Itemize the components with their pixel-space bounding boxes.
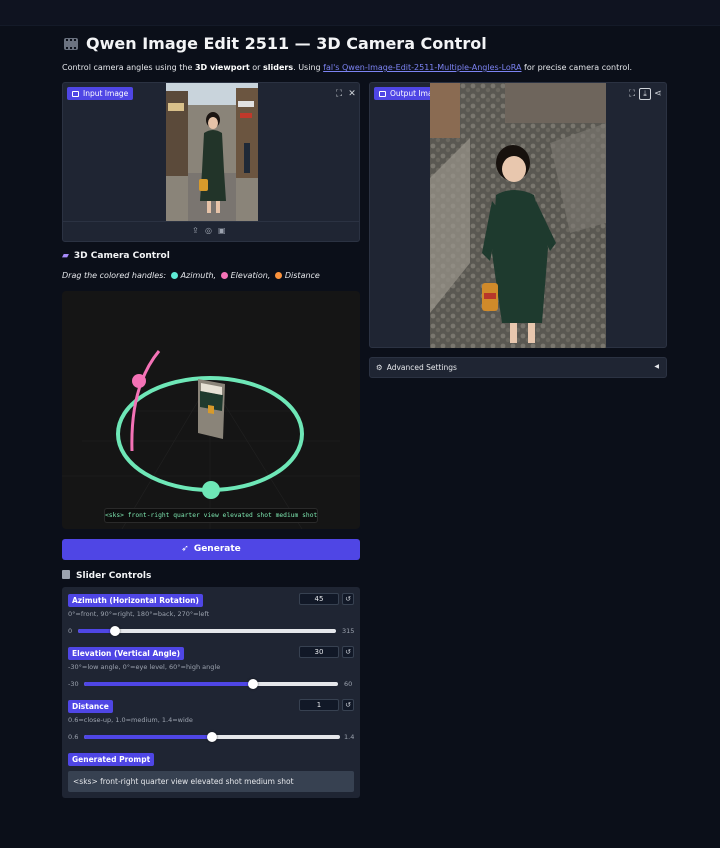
elevation-slider-thumb[interactable] (248, 679, 259, 689)
camera-control-instructions: Drag the colored handles: Azimuth, Eleva… (62, 271, 320, 280)
azimuth-min: 0 (68, 627, 73, 635)
gamepad-icon: ▰ (62, 251, 69, 261)
camera-control-title: ▰ 3D Camera Control (62, 251, 170, 261)
distance-dot-icon (274, 272, 282, 279)
elevation-slider[interactable] (84, 679, 338, 689)
close-icon[interactable]: ✕ (346, 88, 358, 100)
3d-viewport[interactable] (62, 291, 360, 529)
generated-prompt-label: Generated Prompt (68, 753, 155, 766)
caret-left-icon: ◀ (654, 363, 659, 370)
azimuth-dot-icon (170, 272, 178, 279)
slider-icon (62, 570, 70, 579)
rocket-icon: ➶ (181, 544, 189, 554)
3d-scene (62, 350, 360, 529)
lora-link[interactable]: fal's Qwen-Image-Edit-2511-Multiple-Angl… (323, 63, 521, 72)
generate-button[interactable]: ➶ Generate (62, 539, 360, 560)
gear-icon: ⚙ (376, 363, 383, 372)
advanced-settings-accordion[interactable]: ⚙ Advanced Settings ◀ (369, 357, 667, 378)
top-bar (0, 0, 720, 26)
distance-slider-fill (84, 735, 212, 739)
advanced-settings-label: ⚙ Advanced Settings (376, 363, 457, 372)
slider-controls-title: Slider Controls (62, 570, 151, 581)
distance-reset-icon[interactable]: ↺ (342, 699, 354, 711)
azimuth-slider-thumb[interactable] (109, 626, 120, 636)
elevation-slider-fill (84, 682, 254, 686)
distance-max: 1.4 (344, 733, 355, 741)
azimuth-number-input[interactable]: 45 (299, 593, 339, 605)
azimuth-handle[interactable] (202, 481, 220, 499)
azimuth-reset-icon[interactable]: ↺ (342, 593, 354, 605)
elevation-min: -30 (68, 680, 79, 688)
azimuth-max: 315 (342, 627, 355, 635)
generated-prompt-field[interactable]: <sks> front-right quarter view elevated … (68, 771, 354, 792)
slider-controls-panel: Azimuth (Horizontal Rotation) 0°=front, … (62, 587, 360, 798)
azimuth-hint: 0°=front, 90°=right, 180°=back, 270°=lef… (68, 610, 210, 618)
input-image-thumbnail (166, 83, 258, 221)
output-image (430, 83, 606, 348)
distance-min: 0.6 (68, 733, 79, 741)
distance-slider[interactable] (84, 732, 340, 742)
page-title: Qwen Image Edit 2511 — 3D Camera Control (64, 34, 487, 53)
elevation-reset-icon[interactable]: ↺ (342, 646, 354, 658)
input-image-tag: Input Image (67, 87, 134, 100)
elevation-number-input[interactable]: 30 (299, 646, 339, 658)
clipboard-icon[interactable]: ▣ (218, 226, 226, 235)
film-clapper-icon (64, 38, 78, 50)
webcam-icon[interactable]: ◎ (205, 226, 212, 235)
elevation-hint: -30°=low angle, 0°=eye level, 60°=high a… (68, 663, 221, 671)
distance-label: Distance (68, 700, 113, 713)
subject-image-card (198, 379, 225, 439)
elevation-arc (130, 350, 161, 452)
image-icon (72, 91, 79, 97)
azimuth-slider[interactable] (78, 626, 336, 636)
fullscreen-icon[interactable]: ⛶ (333, 88, 345, 100)
page-subtitle: Control camera angles using the 3D viewp… (62, 63, 632, 72)
elevation-max: 60 (344, 680, 353, 688)
upload-icon[interactable]: ⇪ (192, 226, 199, 235)
output-image-panel: Output Image ⛶ ⤓ ⋖ (369, 82, 667, 348)
distance-number-input[interactable]: 1 (299, 699, 339, 711)
input-image-panel: Input Image ⛶ ✕ ⇪ ◎ ▣ (62, 82, 360, 242)
share-icon[interactable]: ⋖ (652, 88, 664, 100)
elevation-label: Elevation (Vertical Angle) (68, 647, 185, 660)
elevation-dot-icon (220, 272, 228, 279)
elevation-handle[interactable] (132, 374, 146, 388)
image-icon (379, 91, 386, 97)
distance-hint: 0.6=close-up, 1.0=medium, 1.4=wide (68, 716, 193, 724)
download-icon[interactable]: ⤓ (639, 88, 651, 100)
azimuth-label: Azimuth (Horizontal Rotation) (68, 594, 203, 607)
camera-prompt-overlay: <sks> front-right quarter view elevated … (104, 508, 318, 523)
fullscreen-icon[interactable]: ⛶ (626, 88, 638, 100)
distance-slider-thumb[interactable] (207, 732, 217, 742)
